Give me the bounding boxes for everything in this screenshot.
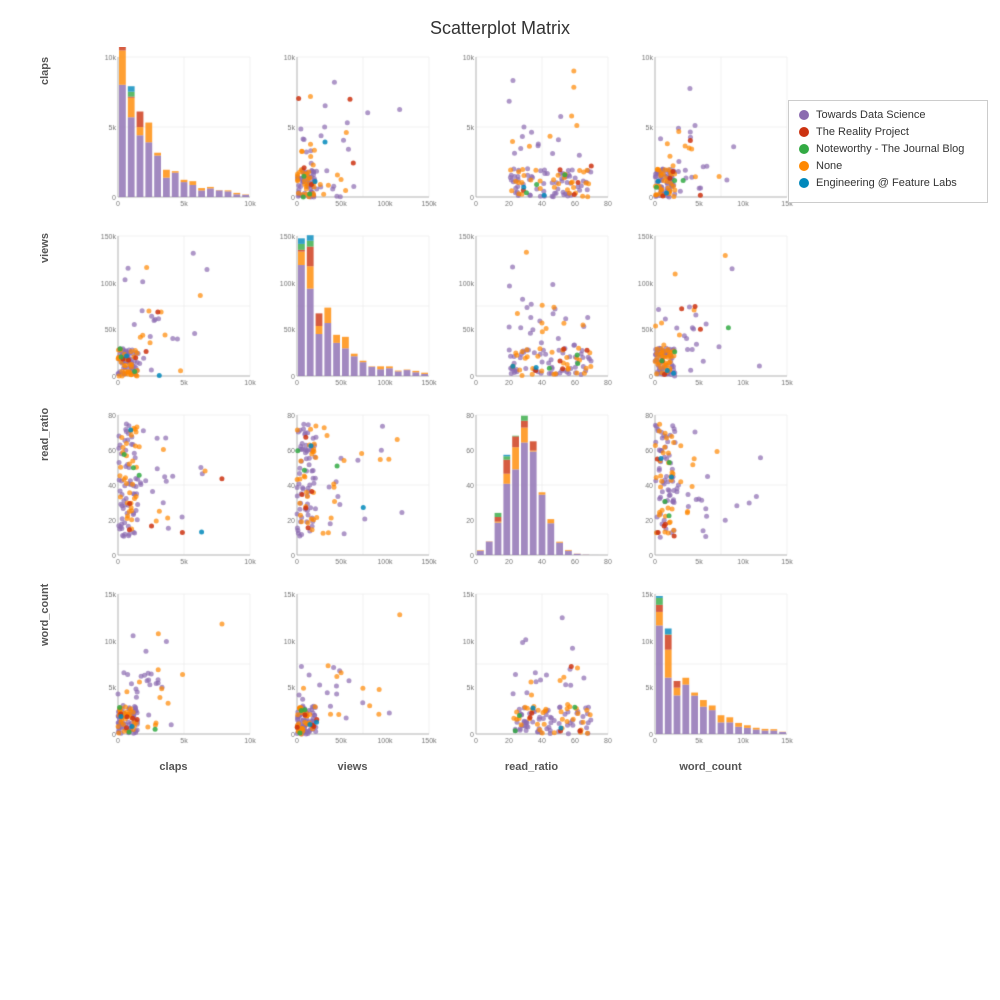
y-label-read-ratio: read_ratio [8,408,76,583]
legend-item-tds: Towards Data Science [799,109,977,121]
y-labels: claps views read_ratio word_count [8,47,76,759]
x-label-read-ratio: read_ratio [444,759,619,773]
x-label-views: views [265,759,440,773]
legend-label-ntjb: Noteworthy - The Journal Blog [816,143,964,155]
cell-2-1 [265,405,440,580]
matrix-grid [86,47,798,759]
cell-3-0 [86,584,261,759]
cell-2-3 [623,405,798,580]
x-labels: claps views read_ratio word_count [86,759,1000,777]
cell-0-1 [265,47,440,222]
y-label-claps: claps [8,57,76,232]
legend: Towards Data Science The Reality Project… [788,100,988,203]
cell-0-3 [623,47,798,222]
legend-label-tds: Towards Data Science [816,109,925,121]
cell-1-2 [444,226,619,401]
y-label-word-count: word_count [8,584,76,759]
cell-1-1 [265,226,440,401]
cell-2-2 [444,405,619,580]
cell-1-0 [86,226,261,401]
legend-item-efl: Engineering @ Feature Labs [799,177,977,189]
chart-container: Scatterplot Matrix claps views read_rati… [0,0,1000,1000]
legend-label-efl: Engineering @ Feature Labs [816,177,957,189]
legend-item-none: None [799,160,977,172]
chart-title: Scatterplot Matrix [0,0,1000,47]
cell-2-0 [86,405,261,580]
x-label-claps: claps [86,759,261,773]
legend-dot-trp [799,127,809,137]
legend-label-trp: The Reality Project [816,126,909,138]
legend-dot-tds [799,110,809,120]
legend-dot-ntjb [799,144,809,154]
legend-item-trp: The Reality Project [799,126,977,138]
cell-3-1 [265,584,440,759]
cell-0-2 [444,47,619,222]
legend-item-ntjb: Noteworthy - The Journal Blog [799,143,977,155]
legend-label-none: None [816,160,842,172]
cell-3-3 [623,584,798,759]
y-label-views: views [8,233,76,408]
cell-0-0 [86,47,261,222]
x-label-word-count: word_count [623,759,798,773]
legend-dot-none [799,161,809,171]
cell-1-3 [623,226,798,401]
cell-3-2 [444,584,619,759]
legend-dot-efl [799,178,809,188]
